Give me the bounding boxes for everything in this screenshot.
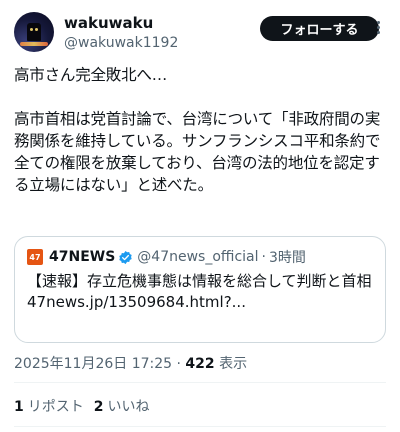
verified-badge-icon: [119, 250, 132, 264]
follow-button[interactable]: フォローする: [260, 16, 379, 41]
divider: [14, 426, 386, 427]
dot: [376, 26, 380, 29]
separator-dot: ·: [261, 249, 266, 265]
tweet-text: 高市さん完全敗北へ… 高市首相は党首討論で、台湾について「非政府間の実務関係を維…: [14, 66, 381, 194]
quoted-post-card[interactable]: 47 47NEWS @47news_official · 3時間 【速報】存立危…: [14, 236, 386, 343]
reposts-stat[interactable]: 1 リポスト: [14, 396, 84, 416]
source-logo[interactable]: 47: [27, 249, 43, 265]
divider: [14, 382, 386, 383]
likes-stat[interactable]: 2 いいね: [94, 396, 150, 416]
avatar[interactable]: [14, 12, 54, 52]
lantern-glow: [20, 42, 48, 46]
quoted-post-link[interactable]: 47news.jp/13509684.html?...: [27, 292, 377, 313]
reposts-label: リポスト: [27, 399, 84, 415]
views-label: 表示: [219, 356, 248, 372]
dot: [376, 21, 380, 24]
more-options-icon[interactable]: [372, 21, 384, 35]
quoted-post-header: 47 47NEWS @47news_official · 3時間: [27, 247, 306, 267]
post-datetime[interactable]: 2025年11月26日 17:25: [14, 356, 172, 372]
author-handle[interactable]: @wakuwak1192: [64, 33, 178, 53]
likes-count: 2: [93, 399, 104, 415]
author-names: wakuwaku @wakuwak1192: [64, 13, 178, 53]
source-name[interactable]: 47NEWS: [49, 249, 115, 265]
author-display-name[interactable]: wakuwaku: [64, 13, 178, 33]
quoted-post-body: 【速報】存立危機事態は情報を総合して判断と首相 47news.jp/135096…: [27, 271, 377, 313]
quoted-post-text: 【速報】存立危機事態は情報を総合して判断と首相: [27, 272, 372, 290]
views-count: 422: [185, 356, 215, 372]
separator-dot: ·: [176, 356, 181, 372]
source-handle[interactable]: @47news_official: [137, 249, 258, 265]
engagement-stats: 1 リポスト 2 いいね: [14, 396, 150, 416]
post-time[interactable]: 3時間: [269, 247, 306, 267]
reposts-count: 1: [14, 399, 24, 415]
tweet-header: wakuwaku @wakuwak1192 フォローする: [14, 12, 390, 54]
dot: [376, 31, 380, 34]
post-meta: 2025年11月26日 17:25 · 422 表示: [14, 353, 247, 373]
avatar-figure: [27, 23, 41, 41]
likes-label: いいね: [107, 399, 150, 415]
